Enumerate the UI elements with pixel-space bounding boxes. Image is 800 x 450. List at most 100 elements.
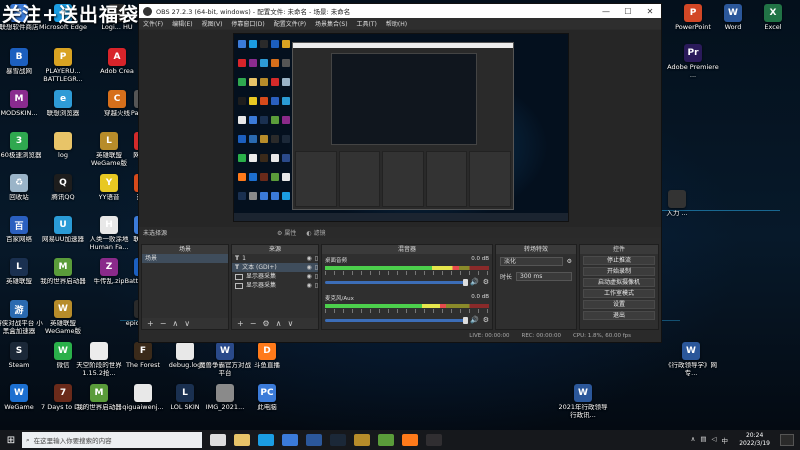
- eye-icon[interactable]: ◉: [306, 272, 311, 281]
- slider-knob[interactable]: [463, 316, 468, 324]
- transition-select[interactable]: 淡化: [500, 257, 563, 266]
- desktop-icon-label: Word: [724, 24, 742, 31]
- taskbar-clock[interactable]: 20:24 2022/3/19: [739, 432, 770, 448]
- desktop-icon[interactable]: A Adob Crea: [90, 48, 144, 90]
- desktop-icon[interactable]: W 《行政领导学》网专...: [664, 342, 718, 384]
- maximize-icon[interactable]: ☐: [617, 7, 639, 16]
- obs-icon[interactable]: [426, 434, 442, 446]
- desktop-icon[interactable]: PC 此电脑: [240, 384, 294, 426]
- scene-item[interactable]: 场景: [142, 254, 228, 263]
- close-icon[interactable]: ✕: [639, 7, 661, 16]
- desktop-icon[interactable]: W 英雄联盟 WeGame版: [36, 300, 90, 342]
- mini-desktop-icon: [282, 116, 290, 124]
- source-item[interactable]: T 1 ◉ ▯: [232, 254, 318, 263]
- notification-icon[interactable]: [780, 434, 794, 446]
- mail-icon[interactable]: [306, 434, 322, 446]
- mini-desktop-icon: [260, 116, 268, 124]
- windows-start-icon[interactable]: ⊞: [0, 435, 22, 446]
- desktop-icon[interactable]: D 斗鱼直播: [240, 342, 294, 384]
- minecraft-icon[interactable]: [378, 434, 394, 446]
- taskbar-search-box[interactable]: ⌕ 在这里输入你要搜索的内容: [22, 432, 202, 448]
- obs-window[interactable]: OBS 27.2.3 (64-bit, windows) - 配置文件: 未命名…: [138, 3, 662, 343]
- move-up-icon[interactable]: ∧: [172, 319, 178, 328]
- douyu-icon[interactable]: [402, 434, 418, 446]
- steam-icon[interactable]: [330, 434, 346, 446]
- desktop-icon[interactable]: W 2021年行政领导行政讯...: [556, 384, 610, 426]
- filters-button[interactable]: ◐ 滤镜: [306, 228, 325, 237]
- speaker-icon[interactable]: 🔊: [470, 278, 479, 286]
- menu-item[interactable]: 工具(T): [357, 19, 377, 28]
- gear-icon[interactable]: ⚙: [262, 319, 269, 328]
- app-icon: S: [10, 342, 28, 360]
- slider-knob[interactable]: [463, 278, 468, 286]
- app-icon: B: [10, 48, 28, 66]
- desktop-icon-label: 此电脑: [257, 404, 277, 411]
- menu-item[interactable]: 场景集合(S): [315, 19, 348, 28]
- speaker-icon[interactable]: 🔊: [470, 316, 479, 324]
- gear-icon[interactable]: ⚙: [567, 258, 572, 265]
- eye-icon[interactable]: ◉: [306, 281, 311, 290]
- stop-streaming-button[interactable]: 停止推流: [583, 256, 655, 265]
- source-item[interactable]: T 文本 (GDI+) ◉ ▯: [232, 263, 318, 272]
- add-scene-icon[interactable]: +: [147, 319, 154, 328]
- source-item[interactable]: 显示器采集 ◉ ▯: [232, 272, 318, 281]
- lock-icon[interactable]: ▯: [315, 254, 318, 263]
- desktop-icon[interactable]: e 联想浏览器: [36, 90, 90, 132]
- file-explorer-icon[interactable]: [234, 434, 250, 446]
- desktop-icon[interactable]: X Excel: [746, 4, 800, 46]
- mini-desktop-icon: [238, 97, 246, 105]
- edge-icon[interactable]: [258, 434, 274, 446]
- volume-slider[interactable]: [325, 278, 468, 286]
- remove-source-icon[interactable]: −: [250, 319, 257, 328]
- ime-indicator[interactable]: 中: [722, 435, 729, 445]
- gear-icon[interactable]: ⚙: [483, 316, 489, 324]
- transitions-dock: 转场特效 淡化 ⚙ 时长 300 ms: [495, 244, 577, 330]
- nested-dock: [295, 151, 337, 207]
- duration-field[interactable]: 300 ms: [516, 272, 572, 281]
- lock-icon[interactable]: ▯: [315, 263, 318, 272]
- properties-button[interactable]: ⚙ 属性: [277, 228, 296, 237]
- studio-mode-button[interactable]: 工作室模式: [583, 289, 655, 298]
- volume-slider[interactable]: [325, 316, 468, 324]
- obs-titlebar[interactable]: OBS 27.2.3 (64-bit, windows) - 配置文件: 未命名…: [139, 4, 661, 18]
- app-icon: Q: [54, 174, 72, 192]
- menu-item[interactable]: 停靠窗口(D): [231, 19, 264, 28]
- desktop-icon[interactable]: Pr Adobe Premiere ...: [666, 44, 720, 86]
- source-item[interactable]: 显示器采集 ◉ ▯: [232, 281, 318, 290]
- chevron-up-icon[interactable]: ∧: [691, 435, 696, 445]
- obs-preview-area: [139, 30, 661, 227]
- network-icon[interactable]: ▤: [700, 435, 706, 445]
- preview-canvas[interactable]: [233, 33, 569, 222]
- minimize-icon[interactable]: —: [595, 7, 617, 16]
- eye-icon[interactable]: ◉: [306, 263, 311, 272]
- eye-icon[interactable]: ◉: [306, 254, 311, 263]
- menu-item[interactable]: 帮助(H): [386, 19, 407, 28]
- remove-scene-icon[interactable]: −: [160, 319, 167, 328]
- exit-button[interactable]: 退出: [583, 311, 655, 320]
- menu-item[interactable]: 配置文件(P): [274, 19, 306, 28]
- track-db: 0.0 dB: [471, 294, 489, 300]
- add-source-icon[interactable]: +: [237, 319, 244, 328]
- desktop-icon-label: 英雄联盟: [6, 278, 32, 285]
- volume-icon[interactable]: ◁: [712, 435, 717, 445]
- desktop-icon[interactable]: P PLAYERU... BATTLEGR...: [36, 48, 90, 90]
- store-icon[interactable]: [282, 434, 298, 446]
- lol-icon[interactable]: [354, 434, 370, 446]
- start-virtual-camera-button[interactable]: 启动虚拟摄像机: [583, 278, 655, 287]
- mini-desktop-icon: [238, 40, 246, 48]
- menu-item[interactable]: 文件(F): [143, 19, 163, 28]
- mini-desktop-icon: [249, 154, 257, 162]
- start-recording-button[interactable]: 开始录制: [583, 267, 655, 276]
- lock-icon[interactable]: ▯: [315, 281, 318, 290]
- menu-item[interactable]: 编辑(E): [172, 19, 192, 28]
- settings-button[interactable]: 设置: [583, 300, 655, 309]
- move-down-icon[interactable]: ∨: [287, 319, 293, 328]
- task-view-icon[interactable]: [210, 434, 226, 446]
- menu-item[interactable]: 视图(V): [202, 19, 223, 28]
- move-down-icon[interactable]: ∨: [184, 319, 190, 328]
- gear-icon[interactable]: ⚙: [483, 278, 489, 286]
- lock-icon[interactable]: ▯: [315, 272, 318, 281]
- properties-label: 属性: [284, 230, 297, 237]
- sources-dock: 来源 T 1 ◉ ▯ T 文本 (GDI+) ◉ ▯ 显示器采集 ◉ ▯ 显示器采集 …: [231, 244, 319, 330]
- move-up-icon[interactable]: ∧: [276, 319, 282, 328]
